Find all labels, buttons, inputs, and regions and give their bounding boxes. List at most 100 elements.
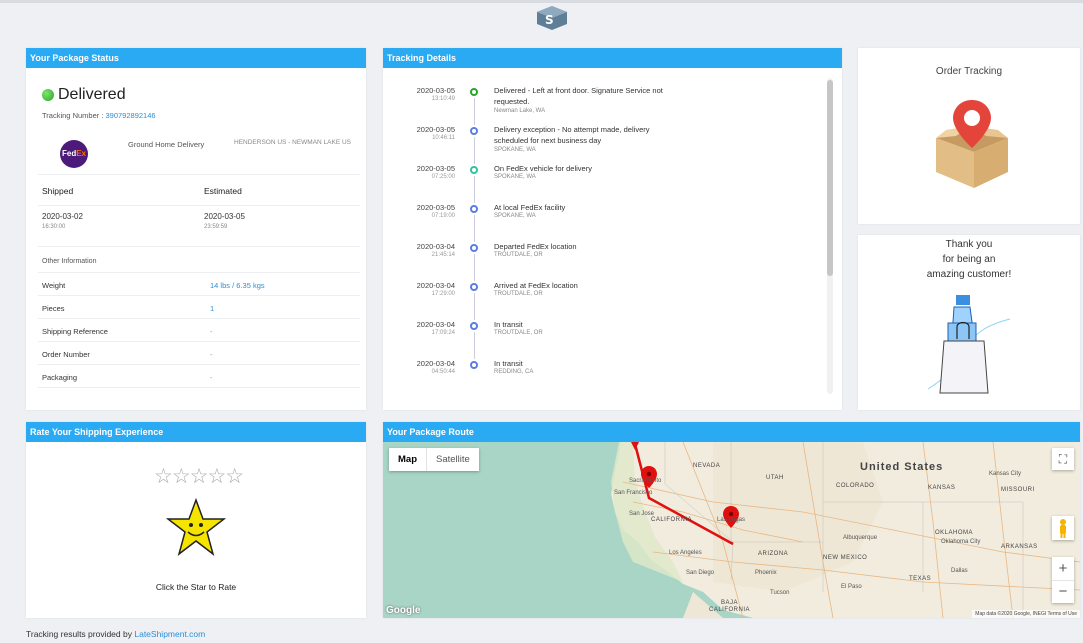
rate-experience-panel: Rate Your Shipping Experience ☆☆☆☆☆ Clic… — [26, 422, 366, 618]
map-tab[interactable]: Map — [389, 448, 426, 471]
event-connector — [473, 293, 475, 320]
map-label-san-francisco: San Francisco — [614, 490, 653, 496]
map-label-albuquerque: Albuquerque — [843, 535, 878, 541]
status-text: Delivered — [58, 86, 126, 103]
map-label-los-angeles: Los Angeles — [669, 550, 702, 556]
estimated-date: 2020-03-05 — [204, 212, 245, 221]
map-type-toggle: Map Satellite — [389, 448, 479, 471]
event-description: On FedEx vehicle for delivery — [494, 164, 592, 173]
event-connector — [473, 98, 475, 125]
event-date: 2020-03-05 — [416, 203, 455, 212]
event-time: 07:25:00 — [431, 174, 455, 180]
other-information-label: Other Information — [42, 258, 97, 265]
divider — [38, 272, 360, 273]
event-location: Newman Lake, WA — [494, 108, 546, 114]
event-connector — [473, 176, 475, 203]
estimated-label: Estimated — [204, 186, 242, 196]
divider — [38, 341, 360, 342]
footer: Tracking results provided by LateShipmen… — [26, 629, 205, 639]
event-status-dot-icon — [470, 205, 478, 213]
order-tracking-title: Order Tracking — [935, 66, 1003, 77]
map-label-oklahoma-city: Oklahoma City — [941, 539, 981, 545]
smiley-star-icon[interactable] — [166, 498, 226, 558]
divider — [38, 205, 360, 206]
shopping-bag-icon — [927, 295, 1011, 394]
top-border — [0, 0, 1083, 3]
order-tracking-card: Order Tracking — [858, 48, 1080, 224]
event-connector — [473, 332, 475, 359]
event-description: Delivered - Left at front door. Signatur… — [494, 86, 663, 106]
map-attribution[interactable]: Map data ©2020 Google, INEGI Terms of Us… — [972, 610, 1080, 618]
event-status-dot-icon — [470, 283, 478, 291]
event-time: 10:46:11 — [432, 135, 455, 141]
event-description: In transit — [494, 320, 523, 329]
order-number-label: Order Number — [42, 350, 90, 359]
svg-text:S: S — [545, 13, 554, 27]
map-label-san-jose: San Jose — [629, 511, 655, 517]
event-status-dot-icon — [470, 322, 478, 330]
event-status-dot-icon — [470, 88, 478, 96]
rating-stars[interactable]: ☆☆☆☆☆ — [154, 464, 244, 489]
scrollbar-thumb[interactable] — [827, 80, 833, 276]
map-label-phoenix: Phoenix — [755, 570, 777, 576]
pieces-label: Pieces — [42, 304, 65, 313]
footer-text: Tracking results provided by — [26, 629, 132, 639]
event-location: SPOKANE, WA — [494, 147, 536, 153]
event-date: 2020-03-04 — [416, 320, 455, 329]
map-label-sacramento: Sacramento — [629, 478, 662, 484]
map-label-arkansas: ARKANSAS — [1001, 544, 1038, 550]
event-status-dot-icon — [470, 127, 478, 135]
event-location: SPOKANE, WA — [494, 213, 536, 219]
event-connector — [473, 215, 475, 242]
event-location: TROUTDALE, OR — [494, 252, 543, 258]
zoom-out-button[interactable]: − — [1052, 580, 1074, 603]
event-description: In transit — [494, 359, 523, 368]
tracking-details-panel: Tracking Details 2020-03-05 13:10:49 Deliv… — [383, 48, 842, 410]
fullscreen-icon[interactable]: ⛶ — [1052, 448, 1074, 470]
map-label-texas: TEXAS — [909, 576, 932, 582]
lateshipment-link[interactable]: LateShipment.com — [134, 629, 205, 639]
delivered-status-icon — [42, 89, 54, 101]
map-label-oklahoma: OKLAHOMA — [935, 530, 974, 536]
event-date: 2020-03-04 — [416, 281, 455, 290]
shipped-date: 2020-03-02 — [42, 212, 83, 221]
rate-instruction: Click the Star to Rate — [155, 582, 237, 592]
route-map[interactable]: United States NEVADA UTAH COLORADO KANSA… — [383, 442, 1080, 618]
map-label-new-mexico: NEW MEXICO — [823, 555, 868, 561]
event-time: 17:29:00 — [431, 291, 455, 297]
scrollbar[interactable] — [827, 78, 833, 394]
map-label-nevada: NEVADA — [693, 463, 721, 469]
shipping-reference-label: Shipping Reference — [42, 327, 108, 336]
event-location: REDDING, CA — [494, 369, 534, 375]
map-label-las-vegas: Las Vegas — [717, 517, 746, 523]
tracking-number-label: Tracking Number : — [42, 111, 104, 120]
map-background — [383, 442, 1080, 618]
zoom-controls: + − — [1052, 557, 1074, 603]
satellite-tab[interactable]: Satellite — [426, 448, 479, 471]
packaging-label: Packaging — [42, 373, 78, 382]
event-description: Departed FedEx location — [494, 242, 577, 251]
package-status-panel: Your Package Status Delivered Tracking N… — [26, 48, 366, 410]
event-description: Arrived at FedEx location — [494, 281, 578, 290]
event-date: 2020-03-05 — [416, 125, 455, 134]
package-status-title: Your Package Status — [26, 48, 366, 68]
zoom-in-button[interactable]: + — [1052, 557, 1074, 580]
event-time: 17:09:24 — [431, 330, 455, 336]
tracking-number-link[interactable]: 390792892146 — [106, 111, 156, 120]
packaging-value: - — [210, 373, 213, 382]
package-location-icon — [936, 100, 1008, 188]
thank-line-1: Thank you — [945, 239, 993, 250]
google-logo: Google — [386, 605, 421, 616]
map-label-san-diego: San Diego — [686, 570, 715, 576]
estimated-time: 23:59:59 — [204, 224, 228, 230]
map-label-missouri: MISSOURI — [1001, 487, 1035, 493]
map-label-utah: UTAH — [766, 475, 784, 481]
map-label-baja: BAJA — [721, 600, 739, 606]
package-route-title: Your Package Route — [383, 422, 1080, 442]
event-date: 2020-03-05 — [416, 164, 455, 173]
event-time: 13:10:49 — [431, 96, 455, 102]
weight-value: 14 lbs / 6.35 kgs — [210, 281, 265, 290]
rate-experience-title: Rate Your Shipping Experience — [26, 422, 366, 442]
event-status-dot-icon — [470, 244, 478, 252]
street-view-pegman-icon[interactable] — [1052, 516, 1074, 540]
